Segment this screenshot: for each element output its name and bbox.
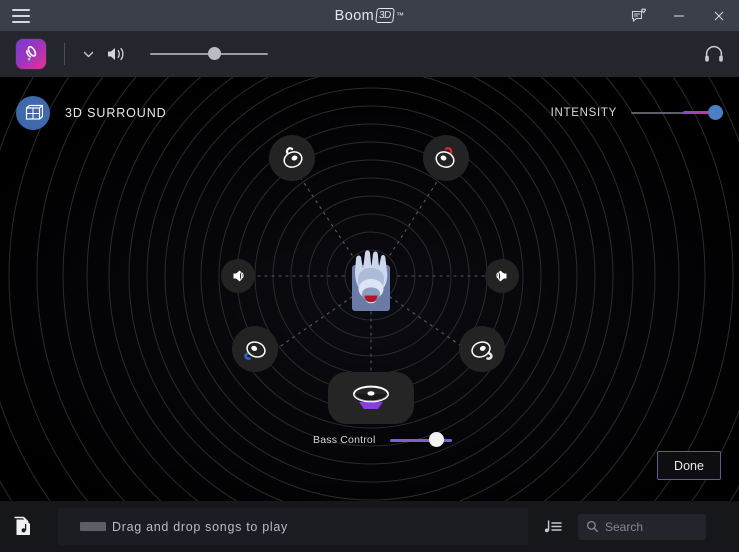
close-icon[interactable] [699,0,739,31]
mode-indicator[interactable]: 3D SURROUND [16,96,167,130]
brand-3d-badge: 3D [375,8,395,23]
speaker-rear-left[interactable] [232,326,278,372]
music-note-icon[interactable] [14,515,36,539]
title-bar: Boom 3D ™ [0,0,739,31]
surround-stage: 3D SURROUND INTENSITY Bass Control Done [0,77,739,501]
toolbar [0,31,739,77]
speaker-side-right[interactable] [485,259,519,293]
search-input[interactable]: Search [578,513,706,540]
drag-drop-songs-area[interactable]: Drag and drop songs to play [58,508,528,545]
headphones-icon[interactable] [703,44,725,64]
3d-cube-icon [16,96,50,130]
brand-trademark: ™ [395,11,405,20]
window-title-text: Boom [334,7,375,24]
intensity-label: INTENSITY [550,107,617,119]
window-controls [619,0,739,31]
playlist-equalizer-icon[interactable] [542,516,564,538]
bass-slider-handle[interactable] [428,432,444,447]
search-placeholder: Search [605,519,644,534]
volume-slider[interactable] [150,47,268,61]
bass-control: Bass Control [313,432,452,448]
search-icon [586,520,599,533]
bass-slider[interactable] [389,432,452,448]
boom3d-app-icon[interactable] [16,39,46,69]
minimize-icon[interactable] [659,0,699,31]
bottom-bar: Drag and drop songs to play Search [0,501,739,552]
intensity-slider[interactable] [631,105,723,121]
speaker-front-left[interactable] [269,135,315,181]
speaker-subwoofer[interactable] [328,372,414,424]
done-button[interactable]: Done [657,451,721,480]
mode-label: 3D SURROUND [65,106,167,120]
feedback-bubble-icon[interactable] [619,0,659,31]
dropzone-label: Drag and drop songs to play [112,519,288,534]
intensity-slider-handle[interactable] [708,105,723,120]
chevron-down-icon[interactable] [82,48,95,61]
boom3d-window: Boom 3D ™ 3D SURROUND INTENSITY Bass Con… [0,0,739,552]
toolbar-divider [64,43,65,65]
dropzone-marker [80,522,106,531]
intensity-control: INTENSITY [551,105,723,121]
speaker-rear-right[interactable] [459,326,505,372]
volume-slider-handle[interactable] [207,47,221,60]
speaker-volume-icon[interactable] [106,45,128,63]
hamburger-menu-icon[interactable] [12,8,30,23]
bass-control-label: Bass Control [313,434,376,446]
speaker-side-left[interactable] [221,259,255,293]
listener-head-icon[interactable] [340,237,402,320]
speaker-front-right[interactable] [423,135,469,181]
